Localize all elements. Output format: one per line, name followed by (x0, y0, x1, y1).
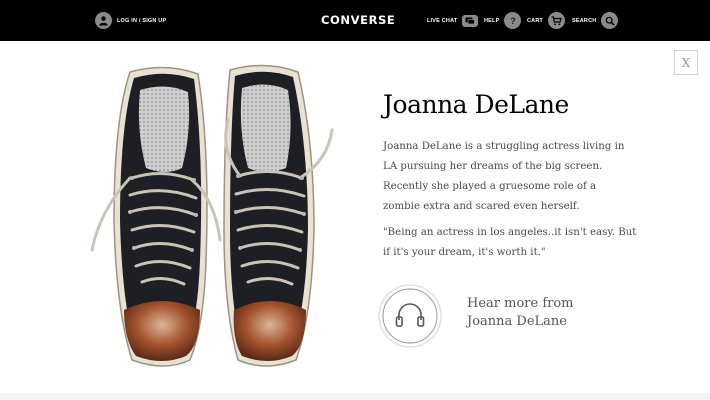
profile-bio: Joanna DeLane is a struggling actress li… (383, 141, 625, 212)
question-icon: ? (504, 12, 522, 29)
help-link[interactable]: HELP ? (484, 12, 522, 29)
cart-icon (548, 12, 566, 29)
worn-sneakers-image (90, 64, 334, 367)
play-audio-button[interactable] (378, 284, 442, 348)
login-signup-label: LOG IN / SIGN UP (117, 17, 167, 24)
left-shoe (90, 66, 222, 367)
chat-bubble-icon (462, 14, 479, 27)
profile-name: Joanna DeLane (383, 90, 569, 119)
right-shoe (223, 64, 334, 367)
close-icon: X (681, 55, 691, 70)
page-bottom-strip (0, 393, 710, 400)
user-icon (95, 12, 112, 29)
search-icon (601, 12, 619, 29)
top-navigation-bar: LOG IN / SIGN UP CONVERSE LIVE CHAT HELP… (0, 0, 710, 41)
headphones-icon (378, 284, 442, 348)
cart-link[interactable]: CART (527, 12, 566, 29)
converse-logo[interactable]: CONVERSE (321, 13, 395, 27)
live-chat-link[interactable]: LIVE CHAT (427, 12, 479, 29)
cart-label: CART (527, 17, 544, 24)
login-signup-link[interactable]: LOG IN / SIGN UP (95, 12, 166, 29)
hear-more-link[interactable]: Hear more from Joanna DeLane (467, 295, 607, 331)
profile-quote: "Being an actress in los angeles..it isn… (383, 227, 637, 258)
search-label: SEARCH (572, 17, 597, 24)
question-glyph: ? (510, 15, 516, 26)
close-button[interactable]: X (674, 50, 698, 75)
help-label: HELP (484, 17, 500, 24)
search-link[interactable]: SEARCH (572, 12, 619, 29)
live-chat-label: LIVE CHAT (427, 17, 458, 24)
